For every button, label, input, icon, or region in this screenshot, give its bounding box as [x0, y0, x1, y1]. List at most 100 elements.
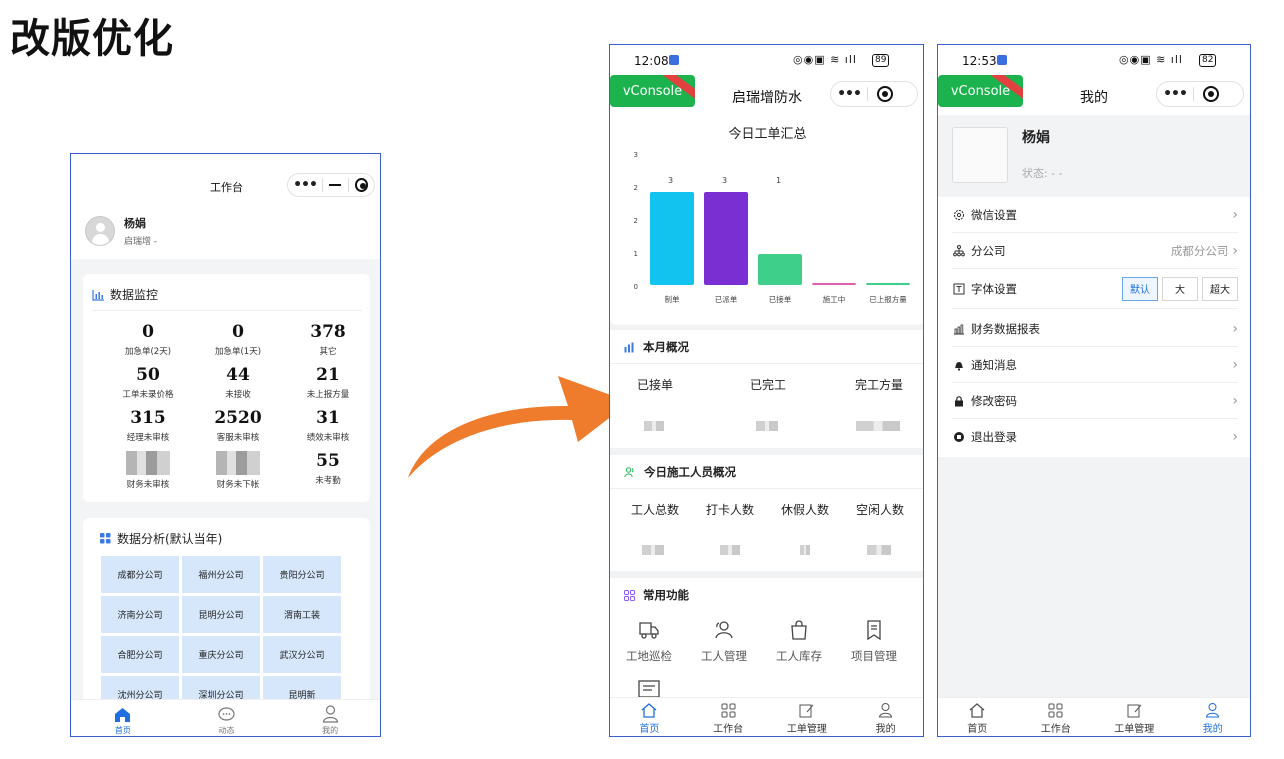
- tab-workbench[interactable]: 工作台: [1017, 701, 1096, 736]
- close-target-icon[interactable]: [1203, 86, 1219, 102]
- menu-wechat-settings[interactable]: 微信设置 ›: [952, 197, 1238, 233]
- vconsole-button[interactable]: vConsole: [938, 75, 1023, 107]
- branch-cell[interactable]: 武汉分公司: [263, 636, 341, 673]
- more-icon[interactable]: •••: [831, 86, 867, 102]
- tab-mine[interactable]: 我的: [846, 701, 923, 736]
- mine-screen: 12:53 ◎◉▣ ≋ ıll 82 vConsole 我的 ••• 杨娟 状态…: [937, 44, 1251, 737]
- battery-indicator: 82: [1199, 54, 1217, 67]
- stat-item[interactable]: 21 未上报方量: [283, 365, 373, 400]
- tab-home[interactable]: 首页: [71, 703, 175, 736]
- more-icon[interactable]: •••: [288, 177, 322, 193]
- tab-activity[interactable]: 动态: [175, 703, 279, 736]
- stat-item[interactable]: 50 工单未录价格: [103, 365, 193, 400]
- chevron-right-icon: ›: [1232, 320, 1238, 337]
- home-screen: 12:08 ◎◉▣ ≋ ıll 89 vConsole 启瑞增防水 ••• 今日…: [609, 44, 924, 737]
- tab-workbench[interactable]: 工作台: [689, 701, 768, 736]
- truck-icon: [639, 622, 659, 639]
- branch-cell[interactable]: 济南分公司: [101, 596, 179, 633]
- stat-value: 2520: [214, 408, 262, 428]
- branch-cell[interactable]: 福州分公司: [182, 556, 260, 593]
- tab-home[interactable]: 首页: [610, 701, 689, 736]
- today-summary-card: 今日工单汇总 0 1 2 2 3 3 制单 3 已派单 1 已接单 施工中 已上报方量: [610, 115, 923, 325]
- stat-item[interactable]: 财务未下帐: [193, 451, 283, 490]
- close-target-icon[interactable]: [877, 86, 893, 102]
- stat-label: 经理未审核: [126, 433, 170, 443]
- font-large-button[interactable]: 大: [1162, 276, 1198, 301]
- avatar[interactable]: [952, 127, 1008, 183]
- feature-project-management[interactable]: 项目管理: [839, 616, 909, 664]
- stat-item[interactable]: 315 经理未审核: [103, 408, 193, 443]
- user-name: 杨娟: [1022, 130, 1050, 146]
- bar-0[interactable]: [650, 192, 694, 285]
- minimize-icon[interactable]: [323, 184, 348, 186]
- workers-overview-header: 今日施工人员概况: [624, 464, 736, 480]
- stat-item[interactable]: 0 加急单(2天): [103, 322, 193, 357]
- stat-value: 44: [226, 365, 250, 385]
- font-xlarge-button[interactable]: 超大: [1202, 276, 1238, 301]
- user-icon: [322, 705, 338, 723]
- workers-total-label: 工人总数: [630, 503, 679, 517]
- status-icons: ◎◉▣ ≋ ıll: [793, 53, 857, 66]
- miniapp-capsule: •••: [1156, 81, 1244, 107]
- close-target-icon[interactable]: [354, 178, 368, 192]
- stat-label: 未接收: [225, 390, 251, 400]
- tab-mine[interactable]: 我的: [278, 703, 380, 736]
- stat-item[interactable]: 44 未接收: [193, 365, 283, 400]
- bar-1[interactable]: [704, 192, 748, 285]
- feature-worker-management[interactable]: 工人管理: [689, 616, 759, 664]
- stat-item[interactable]: 31 绩效未审核: [283, 408, 373, 443]
- bar-4[interactable]: [866, 283, 910, 285]
- more-icon[interactable]: •••: [1157, 86, 1193, 102]
- branch-cell[interactable]: 成都分公司: [101, 556, 179, 593]
- tab-mine[interactable]: 我的: [1174, 701, 1251, 736]
- user-icon: [879, 703, 893, 718]
- stat-item[interactable]: 378 其它: [283, 322, 373, 357]
- workers-leave-label: 休假人数: [780, 503, 829, 517]
- bookmark-icon: [867, 620, 881, 641]
- stat-item[interactable]: 2520 客服未审核: [193, 408, 283, 443]
- bar-2[interactable]: [758, 254, 802, 285]
- menu-branch[interactable]: 分公司 成都分公司 ›: [952, 233, 1238, 269]
- more-feature-icon[interactable]: [638, 679, 660, 697]
- y-tick-label: 2: [634, 217, 638, 225]
- category-label: 已上报方量: [869, 294, 907, 304]
- chevron-right-icon: ›: [1232, 242, 1238, 259]
- branch-cell[interactable]: 贵阳分公司: [263, 556, 341, 593]
- bar-3[interactable]: [812, 283, 856, 285]
- tab-work-orders[interactable]: 工单管理: [768, 701, 847, 736]
- branch-value: 成都分公司: [1170, 243, 1229, 258]
- stat-item[interactable]: 55 未考勤: [283, 451, 373, 486]
- old-app-screen: 工作台 ••• 杨娟 启瑞增 - 数据监控 0 加急单(2天) 0 加急单(1天) 37…: [70, 153, 381, 737]
- data-analysis-card: 数据分析(默认当年) 成都分公司 福州分公司 贵阳分公司 济南分公司 昆明分公司 渭南工装…: [83, 518, 370, 708]
- notification-icon: [997, 55, 1007, 65]
- vconsole-button[interactable]: vConsole: [610, 75, 695, 107]
- apps-icon: [100, 533, 111, 544]
- stat-value: 50: [136, 365, 160, 385]
- branch-cell[interactable]: 合肥分公司: [101, 636, 179, 673]
- stat-item[interactable]: 0 加急单(1天): [193, 322, 283, 357]
- font-default-button[interactable]: 默认: [1122, 276, 1158, 301]
- category-label: 施工中: [823, 294, 846, 304]
- redacted-value: [216, 451, 260, 475]
- data-monitor-header: 数据监控: [92, 286, 158, 303]
- branch-cell[interactable]: 渭南工装: [263, 596, 341, 633]
- tab-bar: 首页 工作台 工单管理 我的: [610, 697, 923, 736]
- chat-icon: [218, 707, 235, 721]
- menu-logout[interactable]: 退出登录 ›: [952, 419, 1238, 455]
- avatar[interactable]: [85, 216, 115, 246]
- redacted-value: [126, 451, 170, 475]
- menu-finance-report[interactable]: 财务数据报表 ›: [952, 311, 1238, 347]
- stat-label: 客服未审核: [216, 433, 260, 443]
- navbar-title: 启瑞增防水: [732, 90, 802, 106]
- status-icons: ◎◉▣ ≋ ıll: [1119, 53, 1183, 66]
- tab-work-orders[interactable]: 工单管理: [1095, 701, 1174, 736]
- tab-home[interactable]: 首页: [938, 701, 1017, 736]
- feature-site-inspection[interactable]: 工地巡检: [614, 616, 684, 664]
- branch-cell[interactable]: 重庆分公司: [182, 636, 260, 673]
- branch-cell[interactable]: 昆明分公司: [182, 596, 260, 633]
- stat-item[interactable]: 财务未审核: [103, 451, 193, 490]
- miniapp-capsule: •••: [287, 173, 375, 197]
- menu-change-password[interactable]: 修改密码 ›: [952, 383, 1238, 419]
- menu-notifications[interactable]: 通知消息 ›: [952, 347, 1238, 383]
- feature-worker-inventory[interactable]: 工人库存: [764, 616, 834, 664]
